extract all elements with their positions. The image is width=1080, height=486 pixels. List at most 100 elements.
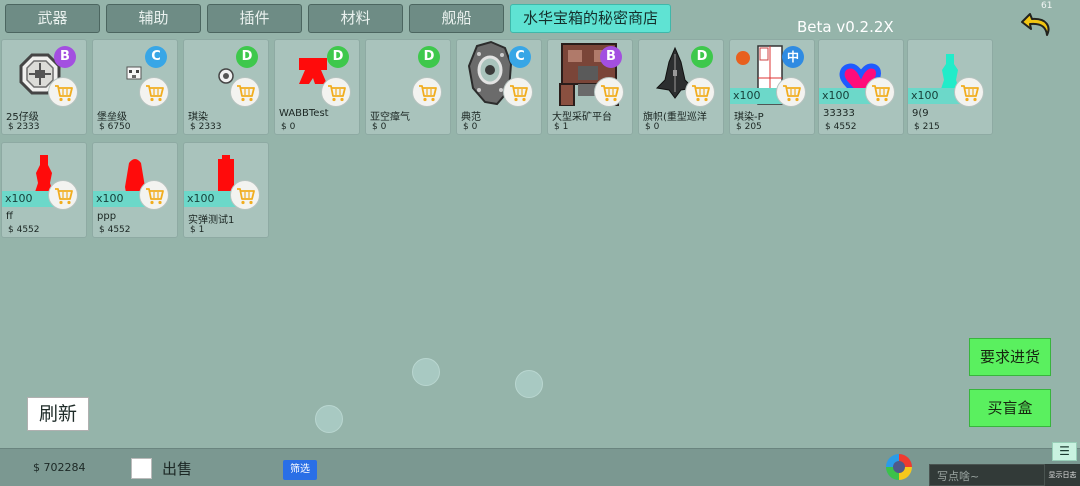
item-name: 实弹测试1 (188, 215, 235, 226)
tab-weapons[interactable]: 武器 (5, 4, 100, 33)
version-label: Beta v0.2.2X (797, 18, 894, 36)
shopping-cart-icon (328, 85, 346, 102)
shop-item-card[interactable]: B 25仔级 $ 2333 (1, 39, 87, 135)
item-name: 堡垒级 (97, 112, 127, 123)
grade-badge: D (327, 46, 349, 68)
shop-item-card[interactable]: D 亚空瘴气 $ 0 (365, 39, 451, 135)
shop-item-card[interactable]: x100 33333 $ 4552 (818, 39, 904, 135)
item-price: $ 6750 (99, 122, 131, 132)
shopping-cart-icon (961, 85, 979, 102)
buy-cart-button[interactable] (48, 77, 78, 107)
buy-cart-button[interactable] (412, 77, 442, 107)
tab-support[interactable]: 辅助 (106, 4, 201, 33)
stock-quantity: x100 (908, 88, 960, 104)
shopping-cart-icon (237, 188, 255, 205)
shopping-cart-icon (419, 85, 437, 102)
show-log-button[interactable]: 显示日志 (1045, 464, 1080, 486)
item-name: 33333 (823, 108, 855, 119)
buy-cart-button[interactable] (503, 77, 533, 107)
item-price: $ 4552 (8, 225, 40, 235)
stock-quantity: x100 (93, 191, 145, 207)
item-price: $ 1 (554, 122, 569, 132)
item-price: $ 205 (736, 122, 762, 132)
grade-badge: B (600, 46, 622, 68)
buy-cart-button[interactable] (230, 180, 260, 210)
item-name: 25仔级 (6, 112, 39, 123)
stock-quantity: x100 (819, 88, 871, 104)
stock-quantity: x100 (184, 191, 236, 207)
request-restock-button[interactable]: 要求进货 (969, 338, 1051, 376)
item-name: 大型采矿平台 (552, 112, 612, 123)
shop-item-card[interactable]: 中 x100 琪染-P $ 205 (729, 39, 815, 135)
item-name: WABBTest (279, 108, 329, 119)
buy-cart-button[interactable] (685, 77, 715, 107)
shopping-cart-icon (601, 85, 619, 102)
shopping-cart-icon (872, 85, 890, 102)
shop-item-card[interactable]: D WABBTest $ 0 (274, 39, 360, 135)
item-name: 琪染 (188, 112, 208, 123)
shopping-cart-icon (55, 85, 73, 102)
item-price: $ 2333 (190, 122, 222, 132)
shop-item-card[interactable]: x100 ff $ 4552 (1, 142, 87, 238)
item-price: $ 0 (372, 122, 387, 132)
buy-cart-button[interactable] (954, 77, 984, 107)
back-arrow-icon[interactable] (1020, 10, 1054, 42)
background-bubble (315, 405, 343, 433)
grade-badge: D (418, 46, 440, 68)
grade-badge: C (509, 46, 531, 68)
money-balance: $ 702284 (33, 461, 86, 474)
sell-label: 出售 (162, 460, 193, 478)
buy-cart-button[interactable] (321, 77, 351, 107)
buy-cart-button[interactable] (139, 180, 169, 210)
grade-badge: D (691, 46, 713, 68)
sell-checkbox[interactable] (131, 458, 152, 479)
filter-button[interactable]: 筛选 (283, 460, 317, 480)
item-price: $ 4552 (99, 225, 131, 235)
buy-cart-button[interactable] (776, 77, 806, 107)
item-name: 亚空瘴气 (370, 112, 410, 123)
buy-cart-button[interactable] (230, 77, 260, 107)
shop-item-card[interactable]: B 大型采矿平台 $ 1 (547, 39, 633, 135)
shopping-cart-icon (510, 85, 528, 102)
shopping-cart-icon (146, 85, 164, 102)
shop-item-card[interactable]: x100 9(9 $ 215 (907, 39, 993, 135)
tab-secret-shop[interactable]: 水华宝箱的秘密商店 (510, 4, 671, 33)
buy-cart-button[interactable] (139, 77, 169, 107)
item-name: 典范 (461, 112, 481, 123)
item-price: $ 0 (463, 122, 478, 132)
buy-cart-button[interactable] (594, 77, 624, 107)
menu-toggle-button[interactable]: ☰ (1052, 442, 1077, 461)
shop-item-card[interactable]: x100 实弹测试1 $ 1 (183, 142, 269, 238)
shopping-cart-icon (692, 85, 710, 102)
background-bubble (412, 358, 440, 386)
shop-item-card[interactable]: C 典范 $ 0 (456, 39, 542, 135)
shopping-cart-icon (237, 85, 255, 102)
shop-item-card[interactable]: x100 ppp $ 4552 (92, 142, 178, 238)
shop-item-card[interactable]: D 旗帜(重型巡洋 $ 0 (638, 39, 724, 135)
buy-cart-button[interactable] (865, 77, 895, 107)
item-price: $ 2333 (8, 122, 40, 132)
shopping-cart-icon (146, 188, 164, 205)
item-price: $ 215 (914, 122, 940, 132)
stock-quantity: x100 (2, 191, 54, 207)
item-name: ppp (97, 211, 117, 222)
tab-materials[interactable]: 材料 (308, 4, 403, 33)
item-price: $ 0 (281, 122, 296, 132)
chat-input[interactable]: 写点啥~ (929, 464, 1045, 486)
grade-badge: 中 (782, 46, 804, 68)
refresh-button[interactable]: 刷新 (27, 397, 89, 431)
tab-plugins[interactable]: 插件 (207, 4, 302, 33)
buy-cart-button[interactable] (48, 180, 78, 210)
shopping-cart-icon (783, 85, 801, 102)
blind-box-button[interactable]: 买盲盒 (969, 389, 1051, 427)
item-price: $ 4552 (825, 122, 857, 132)
grade-badge: D (236, 46, 258, 68)
background-bubble (515, 370, 543, 398)
color-globe-icon[interactable] (884, 452, 914, 482)
item-name: ff (6, 211, 13, 222)
shop-item-card[interactable]: C 堡垒级 $ 6750 (92, 39, 178, 135)
tab-ships[interactable]: 舰船 (409, 4, 504, 33)
shop-item-card[interactable]: D 琪染 $ 2333 (183, 39, 269, 135)
shopping-cart-icon (55, 188, 73, 205)
item-name: 9(9 (912, 108, 929, 119)
